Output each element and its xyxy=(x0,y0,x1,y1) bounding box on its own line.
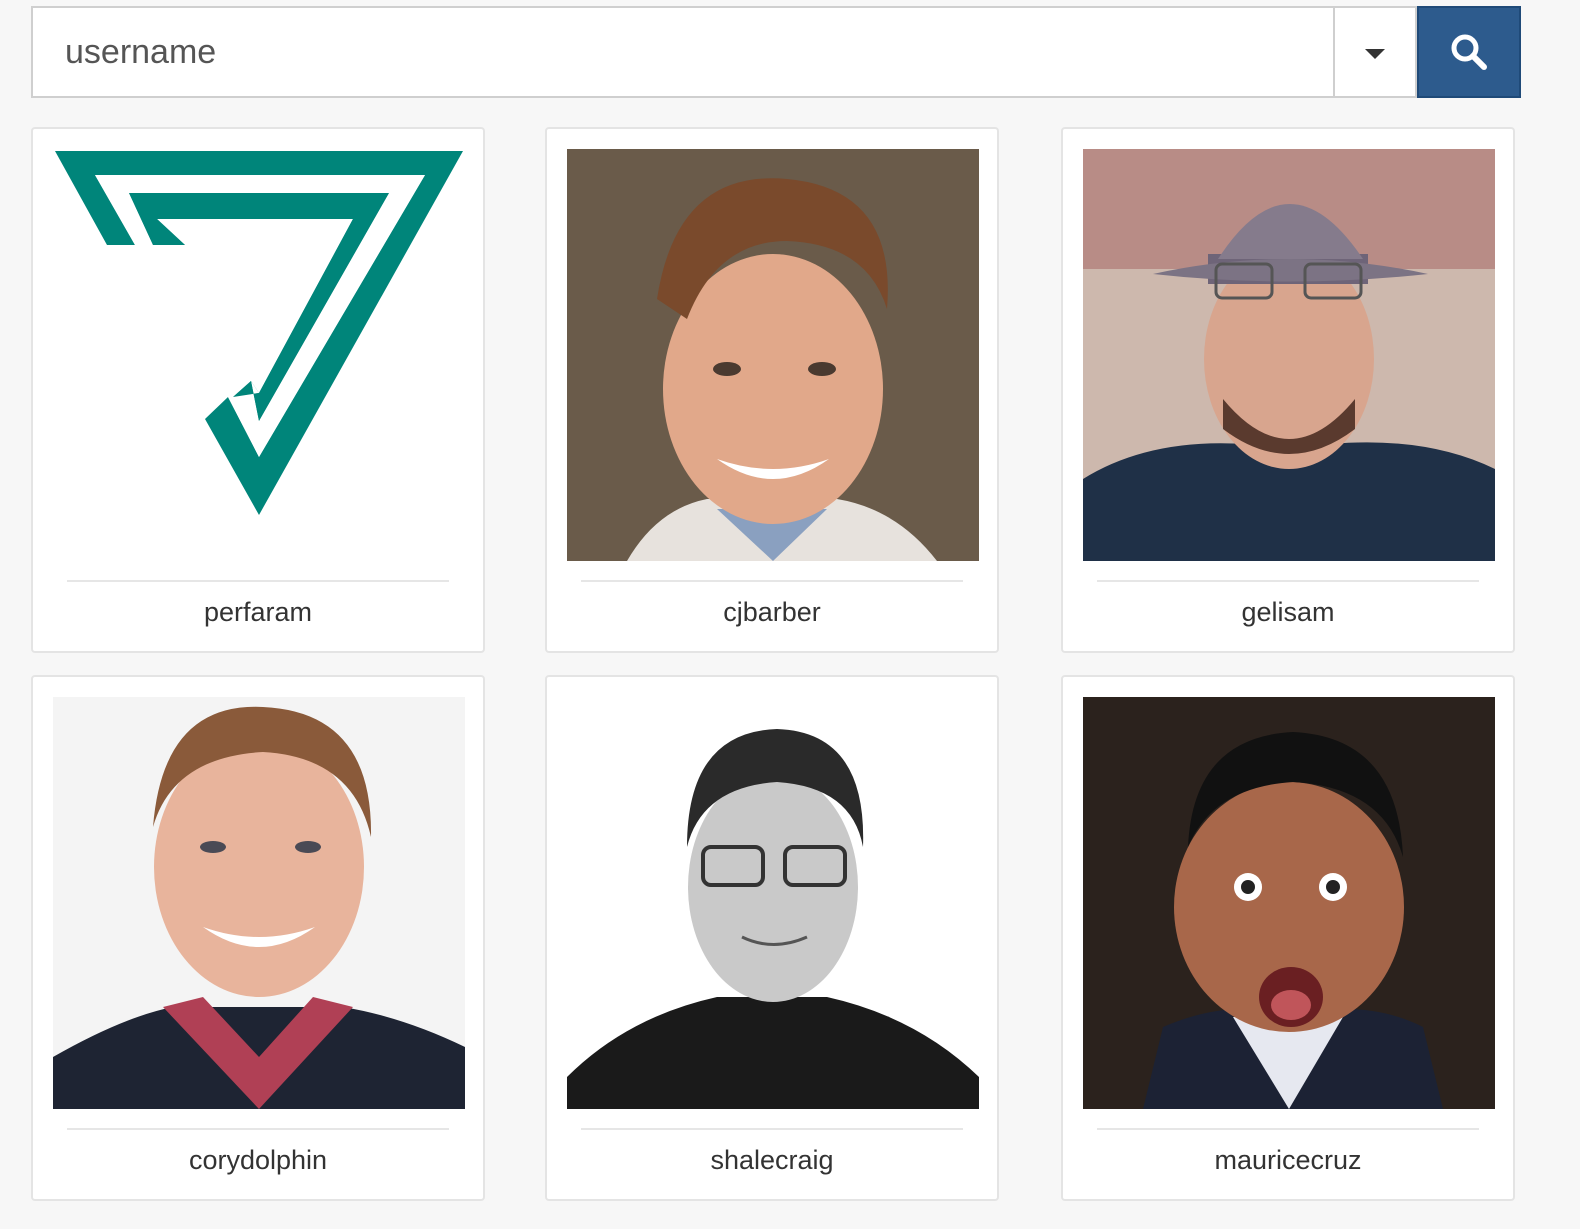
avatar xyxy=(567,149,979,561)
search-input[interactable] xyxy=(31,6,1333,98)
user-card[interactable]: shalecraig xyxy=(545,675,999,1201)
username-label: cjbarber xyxy=(723,597,821,627)
user-card[interactable]: mauricecruz xyxy=(1061,675,1515,1201)
divider xyxy=(67,1128,449,1130)
portrait-image xyxy=(567,697,979,1109)
search-icon xyxy=(1451,34,1487,70)
avatar xyxy=(567,697,979,1109)
username-label: gelisam xyxy=(1241,597,1335,627)
divider xyxy=(581,580,963,582)
user-card[interactable]: corydolphin xyxy=(31,675,485,1201)
divider xyxy=(1097,580,1479,582)
user-card[interactable]: perfaram xyxy=(31,127,485,653)
divider xyxy=(581,1128,963,1130)
avatar xyxy=(1083,697,1495,1109)
divider xyxy=(1097,1128,1479,1130)
avatar xyxy=(53,149,465,561)
username-label: perfaram xyxy=(203,597,313,627)
caret-down-icon xyxy=(1365,49,1385,59)
avatar xyxy=(53,697,465,1109)
avatar xyxy=(1083,149,1495,561)
user-card[interactable]: cjbarber xyxy=(545,127,999,653)
username-label: mauricecruz xyxy=(1214,1145,1362,1175)
divider xyxy=(67,580,449,582)
username-label: shalecraig xyxy=(710,1145,834,1175)
portrait-image xyxy=(53,697,465,1109)
search-bar xyxy=(31,6,1521,98)
avatar-logo xyxy=(55,151,463,515)
portrait-image xyxy=(1083,697,1495,1109)
username-label: corydolphin xyxy=(188,1145,328,1175)
portrait-image xyxy=(1083,149,1495,561)
search-button[interactable] xyxy=(1417,6,1521,98)
user-card[interactable]: gelisam xyxy=(1061,127,1515,653)
dropdown-button[interactable] xyxy=(1333,6,1417,98)
portrait-image xyxy=(567,149,979,561)
